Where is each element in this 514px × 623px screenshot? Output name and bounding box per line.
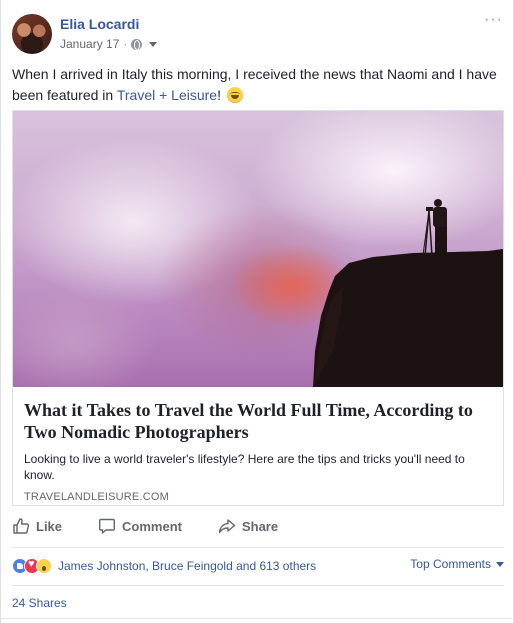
shares-count[interactable]: 24 Shares — [12, 596, 67, 610]
comment-area-divider — [1, 618, 514, 623]
more-options-button[interactable]: ··· — [484, 12, 503, 28]
wow-reaction-icon — [36, 558, 52, 574]
reactions-divider — [12, 585, 504, 586]
post-message-end: ! — [217, 87, 221, 103]
comment-bubble-icon — [99, 518, 116, 534]
actions-divider — [12, 547, 504, 548]
avatar-ring — [12, 14, 52, 54]
reactions-summary[interactable]: James Johnston, Bruce Feingold and 613 o… — [58, 559, 316, 573]
preview-description: Looking to live a world traveler's lifes… — [24, 452, 465, 482]
post-actions: Like Comment Share — [12, 512, 504, 540]
share-button[interactable]: Share — [218, 512, 278, 540]
meta-separator: · — [123, 37, 128, 51]
preview-domain: TRAVELANDLEISURE.COM — [24, 491, 169, 503]
comment-button[interactable]: Comment — [98, 512, 182, 540]
author-name[interactable]: Elia Locardi — [60, 16, 139, 32]
like-label: Like — [36, 518, 63, 534]
chevron-down-icon — [496, 561, 504, 567]
comment-label: Comment — [122, 518, 182, 534]
share-label: Share — [241, 518, 279, 534]
preview-title[interactable]: What it Takes to Travel the World Full T… — [24, 399, 492, 443]
share-arrow-icon — [218, 519, 236, 534]
preview-image[interactable] — [13, 111, 503, 387]
privacy-dropdown-icon[interactable] — [149, 41, 158, 47]
feed-post: Elia Locardi January 17 · ··· When I arr… — [0, 0, 514, 623]
globe-icon[interactable] — [131, 38, 143, 50]
like-button[interactable]: Like — [12, 512, 62, 540]
post-header: Elia Locardi January 17 · ··· — [12, 12, 503, 54]
preview-body: What it Takes to Travel the World Full T… — [13, 387, 503, 505]
cliff-photographer-illustration — [313, 199, 503, 387]
top-comments-dropdown[interactable]: Top Comments — [410, 557, 504, 571]
post-meta: January 17 · — [60, 37, 158, 51]
thumbs-up-icon — [13, 518, 30, 534]
post-message: When I arrived in Italy this morning, I … — [12, 64, 502, 106]
top-comments-label: Top Comments — [410, 557, 491, 571]
grinning-face-icon — [226, 87, 243, 103]
reaction-icons[interactable] — [12, 558, 52, 574]
reactions-bar: James Johnston, Bruce Feingold and 613 o… — [12, 557, 504, 575]
post-message-text: When I arrived in Italy this morning, I … — [12, 66, 497, 103]
author-avatar[interactable] — [12, 14, 52, 54]
link-preview-card[interactable]: What it Takes to Travel the World Full T… — [12, 110, 504, 506]
travel-leisure-link[interactable]: Travel + Leisure — [117, 87, 217, 103]
post-date[interactable]: January 17 — [60, 37, 119, 51]
